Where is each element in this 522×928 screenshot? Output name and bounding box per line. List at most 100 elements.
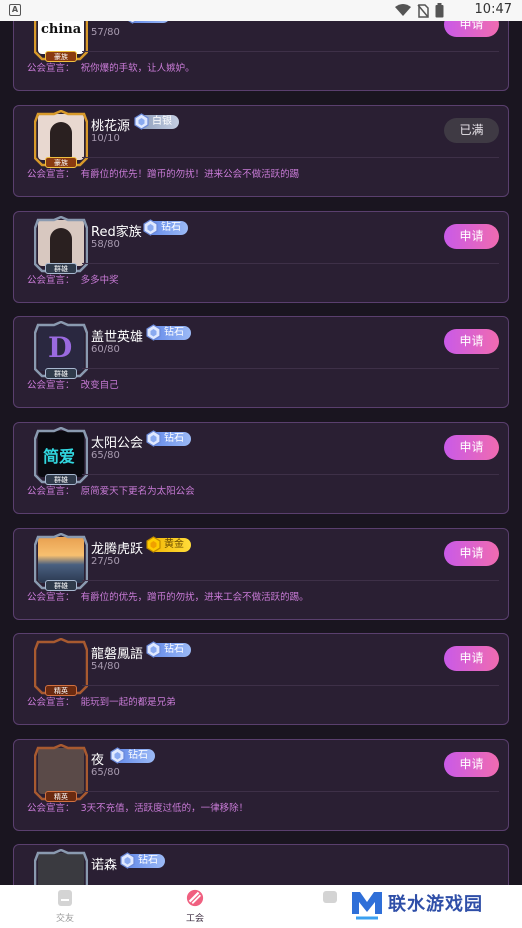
guild-declaration: 公会宣言： 3天不充值，活跃度过低的，一律移除！ <box>27 800 248 814</box>
guild-declaration: 公会宣言： 原简爱天下更名为太阳公会 <box>27 483 195 497</box>
level-badge: 钻石 <box>146 324 191 341</box>
guild-declaration: 公会宣言： 改变自己 <box>27 377 119 391</box>
level-badge: 钻石 <box>120 852 165 869</box>
watermark-text: 联水游戏园 <box>388 894 483 915</box>
diamond-gem-icon <box>128 21 137 24</box>
declaration-prefix: 公会宣言： <box>27 275 75 286</box>
message-icon <box>323 891 337 903</box>
member-count: 54/80 <box>91 661 120 672</box>
guild-name: 盖世英雄 <box>91 330 144 345</box>
level-label: 钻石 <box>138 855 158 866</box>
declaration-text: 能玩到一起的都是兄弟 <box>80 697 176 708</box>
declaration-prefix: 公会宣言： <box>27 697 75 708</box>
divider <box>82 685 499 686</box>
diamond-gem-icon <box>120 852 135 869</box>
declaration-text: 改变自己 <box>80 380 119 391</box>
rank-frame-icon <box>34 849 88 885</box>
member-count: 57/80 <box>91 27 120 38</box>
diamond-gem-icon <box>110 747 125 764</box>
guild-name: Red家族 <box>91 225 142 240</box>
guild-card[interactable]: 群雄 Red家族 钻石 58/80 申请 公会宣言： 多多中奖 <box>13 211 509 303</box>
apply-button[interactable]: 申请 <box>444 646 499 671</box>
guild-card[interactable]: 精英 夜 钻石 65/80 申请 公会宣言： 3天不充值，活跃度过低的，一律移除… <box>13 739 509 831</box>
guild-declaration: 公会宣言： 多多中奖 <box>27 272 119 286</box>
clock: 10:47 <box>474 2 512 17</box>
level-label: 钻石 <box>164 644 184 655</box>
apply-button[interactable]: 申请 <box>444 752 499 777</box>
tab-label: 交友 <box>55 914 74 924</box>
tab-label: 工会 <box>185 914 204 924</box>
guild-declaration: 公会宣言： 能玩到一起的都是兄弟 <box>27 694 176 708</box>
guild-card[interactable]: 群雄 龙腾虎跃 黄金 27/50 申请 公会宣言： 有爵位的优先，蹭币的勿扰，进… <box>13 528 509 620</box>
gold-gem-icon <box>146 536 161 553</box>
diamond-gem-icon <box>143 219 158 236</box>
member-count: 60/80 <box>91 344 120 355</box>
declaration-prefix: 公会宣言： <box>27 380 75 391</box>
diamond-gem-icon <box>146 324 161 341</box>
level-label: 钻石 <box>164 327 184 338</box>
guild-name: china <box>91 21 126 24</box>
declaration-text: 3天不充值，活跃度过低的，一律移除！ <box>80 803 249 814</box>
level-label: 钻石 <box>164 433 184 444</box>
member-count: 65/80 <box>91 450 120 461</box>
level-badge: 钻石 <box>127 21 170 24</box>
member-count: 10/10 <box>91 133 120 144</box>
declaration-text: 原简爱天下更名为太阳公会 <box>80 486 195 497</box>
home-icon <box>58 890 72 906</box>
app-notification-icon: A <box>9 4 21 16</box>
declaration-prefix: 公会宣言： <box>27 63 75 74</box>
status-bar: A 10:47 <box>0 0 522 21</box>
diamond-gem-icon <box>134 113 149 130</box>
wifi-icon <box>395 4 411 16</box>
divider <box>82 157 499 158</box>
divider <box>82 368 499 369</box>
guild-icon <box>186 889 204 907</box>
divider <box>82 51 499 52</box>
guild-card[interactable]: 精英 龍磐鳳語 钻石 54/80 申请 公会宣言： 能玩到一起的都是兄弟 <box>13 633 509 725</box>
diamond-gem-icon <box>146 641 161 658</box>
status-icons <box>395 3 444 18</box>
declaration-text: 多多中奖 <box>80 275 119 286</box>
watermark: 联水游戏园 <box>348 878 522 928</box>
guild-card[interactable]: D 群雄 盖世英雄 钻石 60/80 申请 公会宣言： 改变自己 <box>13 316 509 408</box>
divider <box>82 263 499 264</box>
apply-button[interactable]: 申请 <box>444 21 499 37</box>
declaration-prefix: 公会宣言： <box>27 486 75 497</box>
level-badge: 白银 <box>134 113 179 130</box>
lianshui-logo-icon <box>352 892 382 920</box>
guild-name: 桃花源 <box>91 119 131 134</box>
declaration-text: 有爵位的优先，蹭币的勿扰，进来工会不做活跃的踢。 <box>80 592 309 603</box>
level-badge: 钻石 <box>146 641 191 658</box>
member-count: 27/50 <box>91 556 120 567</box>
guild-name: 龍磐鳳語 <box>91 647 144 662</box>
tab-guild[interactable]: 工会 <box>165 888 225 924</box>
guild-declaration: 公会宣言： 有爵位的优先，蹭币的勿扰，进来工会不做活跃的踢。 <box>27 589 309 603</box>
member-count: 58/80 <box>91 239 120 250</box>
apply-button[interactable]: 申请 <box>444 329 499 354</box>
guild-card[interactable]: china 豪族 china 钻石 57/80 申请 公会宣言： 祝你爆的手软，… <box>13 21 509 91</box>
level-badge: 钻石 <box>146 430 191 447</box>
level-label: 钻石 <box>161 222 181 233</box>
declaration-prefix: 公会宣言： <box>27 803 75 814</box>
guild-card[interactable]: 简爱 群雄 太阳公会 钻石 65/80 申请 公会宣言： 原简爱天下更名为太阳公… <box>13 422 509 514</box>
guild-name: 太阳公会 <box>91 436 144 451</box>
level-badge: 钻石 <box>110 747 155 764</box>
guild-declaration: 公会宣言： 有爵位的优先！蹭币的勿扰！进来公会不做活跃的踢 <box>27 166 299 180</box>
guild-card[interactable]: 豪族 桃花源 白银 10/10 已满 公会宣言： 有爵位的优先！蹭币的勿扰！进来… <box>13 105 509 197</box>
divider <box>82 474 499 475</box>
level-label: 黄金 <box>164 539 184 550</box>
member-count: 65/80 <box>91 767 120 778</box>
guild-list[interactable]: china 豪族 china 钻石 57/80 申请 公会宣言： 祝你爆的手软，… <box>0 21 522 885</box>
divider <box>82 791 499 792</box>
level-badge: 钻石 <box>143 219 188 236</box>
tab-friends[interactable]: 交友 <box>35 888 95 924</box>
no-sim-icon <box>417 3 429 18</box>
guild-name: 龙腾虎跃 <box>91 542 144 557</box>
declaration-text: 祝你爆的手软，让人嫉妒。 <box>80 63 195 74</box>
full-button[interactable]: 已满 <box>444 118 499 143</box>
apply-button[interactable]: 申请 <box>444 541 499 566</box>
level-label: 白银 <box>152 116 172 127</box>
guild-declaration: 公会宣言： 祝你爆的手软，让人嫉妒。 <box>27 60 195 74</box>
apply-button[interactable]: 申请 <box>444 224 499 249</box>
apply-button[interactable]: 申请 <box>444 435 499 460</box>
